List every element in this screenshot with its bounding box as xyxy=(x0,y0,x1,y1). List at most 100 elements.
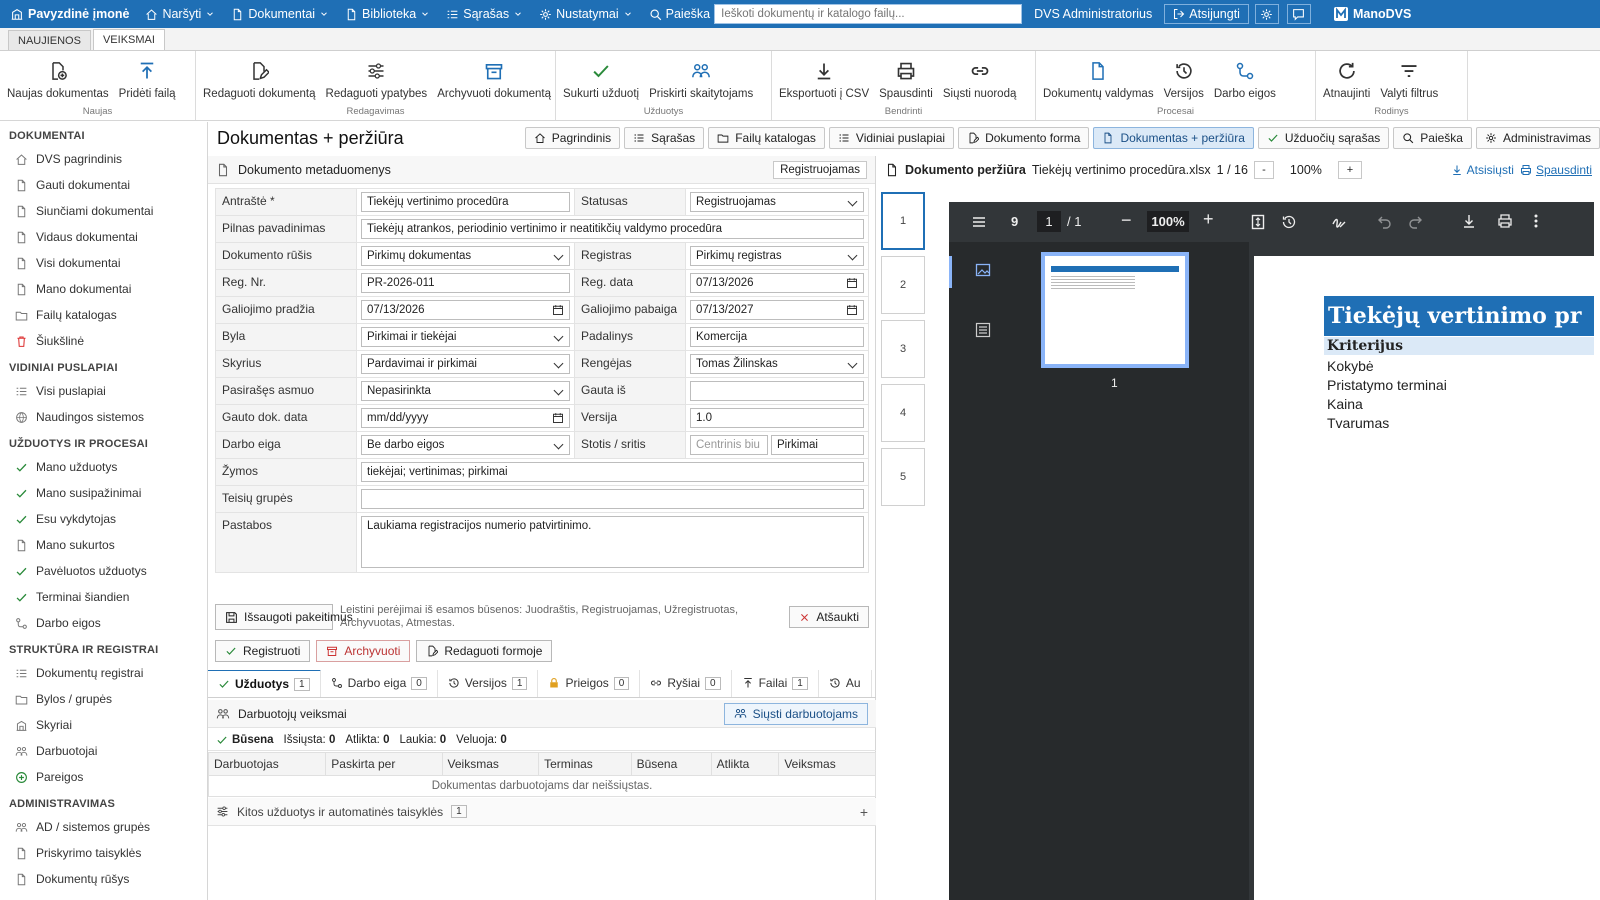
print-link[interactable]: Spausdinti xyxy=(1520,163,1592,177)
sidebar-item[interactable]: Gauti dokumentai xyxy=(0,172,207,198)
register-button[interactable]: Registruoti xyxy=(215,640,311,662)
column-header[interactable]: Veiksmas xyxy=(441,752,540,776)
signer-select[interactable]: Nepasirinkta xyxy=(361,381,570,401)
department-select[interactable]: Pardavimai ir pirkimai xyxy=(361,354,570,374)
doc-type-select[interactable]: Pirkimų dokumentas xyxy=(361,246,570,266)
new-document-button[interactable]: Naujas dokumentas xyxy=(2,51,114,106)
notes-textarea[interactable]: Laukiama registracijos numerio patvirtin… xyxy=(361,516,864,568)
undo-icon[interactable] xyxy=(1377,214,1393,230)
clear-filters-button[interactable]: Valyti filtrus xyxy=(1375,51,1443,106)
reg-date-field[interactable]: 07/13/2026 xyxy=(690,273,864,293)
sidebar-item[interactable]: Failų katalogas xyxy=(0,302,207,328)
viewer-zoom-in[interactable]: + xyxy=(1203,209,1214,230)
send-to-employees-button[interactable]: Siųsti darbuotojams xyxy=(723,702,868,725)
global-search-input[interactable] xyxy=(714,4,1023,24)
column-header[interactable]: Veiksmas xyxy=(778,752,876,776)
rights-groups-field[interactable] xyxy=(361,489,864,509)
logout-button[interactable]: Atsijungti xyxy=(1164,4,1249,24)
received-from-field[interactable] xyxy=(690,381,864,401)
title-field[interactable]: Tiekėjų vertinimo procedūra xyxy=(361,192,570,212)
fit-page-icon[interactable] xyxy=(1251,214,1265,230)
view-tab[interactable]: Failų katalogas xyxy=(708,127,825,149)
reg-nr-field[interactable]: PR-2026-011 xyxy=(361,273,570,293)
status-select[interactable]: Registruojamas xyxy=(690,192,864,212)
download-link[interactable]: Atsisiųsti xyxy=(1451,163,1514,177)
zoom-out-button[interactable]: - xyxy=(1253,161,1274,179)
sidebar-item[interactable]: Dokumentų registrai xyxy=(0,660,207,686)
tags-field[interactable]: tiekėjai; vertinimas; pirkimai xyxy=(361,462,864,482)
menu-documents[interactable]: Dokumentai xyxy=(223,0,337,28)
sidebar-item[interactable]: Mano susipažinimai xyxy=(0,480,207,506)
cancel-button[interactable]: Atšaukti xyxy=(789,606,869,628)
viewer-zoom-value[interactable]: 100% xyxy=(1147,211,1189,232)
workflows-button[interactable]: Darbo eigos xyxy=(1209,51,1281,106)
view-tab[interactable]: Administravimas xyxy=(1475,127,1600,149)
page-thumbnail-3[interactable]: 3 xyxy=(881,320,925,378)
column-header[interactable]: Būsena xyxy=(630,752,712,776)
sidebar-item[interactable]: Šiukšlinė xyxy=(0,328,207,354)
view-tab[interactable]: Vidiniai puslapiai xyxy=(828,127,955,149)
assign-readers-button[interactable]: Priskirti skaitytojams xyxy=(644,51,758,106)
view-tab[interactable]: Pagrindinis xyxy=(524,127,621,149)
valid-from-field[interactable]: 07/13/2026 xyxy=(361,300,570,320)
version-field[interactable]: 1.0 xyxy=(690,408,864,428)
ribbon-tab-actions[interactable]: VEIKSMAI xyxy=(92,29,165,50)
station-field[interactable]: Centrinis biu xyxy=(690,435,768,455)
view-tab[interactable]: Paieška xyxy=(1393,127,1472,149)
page-thumbnail-2[interactable]: 2 xyxy=(881,256,925,314)
edit-document-button[interactable]: Redaguoti dokumentą xyxy=(198,51,321,106)
product-logo[interactable]: ManoDVS xyxy=(1325,0,1419,28)
page-thumbnail[interactable] xyxy=(1041,252,1189,368)
sidebar-item[interactable]: Vidaus dokumentai xyxy=(0,224,207,250)
send-link-button[interactable]: Siųsti nuorodą xyxy=(938,51,1022,106)
add-file-button[interactable]: Pridėti failą xyxy=(114,51,181,106)
sidebar-item[interactable]: Dokumentų rūšys xyxy=(0,866,207,892)
page-thumbnail-4[interactable]: 4 xyxy=(881,384,925,442)
menu-list[interactable]: Sąrašas xyxy=(438,0,531,28)
detail-tab[interactable]: Au xyxy=(819,670,872,697)
page-thumbnail-5[interactable]: 5 xyxy=(881,448,925,506)
create-task-button[interactable]: Sukurti užduotį xyxy=(558,51,644,106)
received-date-field[interactable]: mm/dd/yyyy xyxy=(361,408,570,428)
view-tab[interactable]: Sąrašas xyxy=(624,127,705,149)
sidebar-item[interactable]: Visi puslapiai xyxy=(0,378,207,404)
unit-field[interactable]: Komercija xyxy=(690,327,864,347)
sidebar-item[interactable]: Mano dokumentai xyxy=(0,276,207,302)
calendar-icon[interactable] xyxy=(846,304,858,319)
area-field[interactable]: Pirkimai xyxy=(771,435,864,455)
menu-settings[interactable]: Nustatymai xyxy=(531,0,641,28)
detail-tab[interactable]: Prieigos 0 xyxy=(538,670,641,697)
valid-to-field[interactable]: 07/13/2027 xyxy=(690,300,864,320)
page-thumbnail-1[interactable]: 1 xyxy=(881,192,925,250)
menu-icon[interactable] xyxy=(971,214,987,230)
view-tab[interactable]: Užduočių sąrašas xyxy=(1257,127,1390,149)
zoom-in-button[interactable]: + xyxy=(1337,161,1362,179)
more-icon[interactable] xyxy=(1533,213,1539,229)
sidebar-item[interactable]: Mano sukurtos xyxy=(0,532,207,558)
view-tab[interactable]: Dokumentas + peržiūra xyxy=(1093,127,1254,149)
sidebar-item[interactable]: Priskyrimo taisyklės xyxy=(0,840,207,866)
sidebar-item[interactable]: Visi dokumentai xyxy=(0,250,207,276)
download-icon[interactable] xyxy=(1461,213,1477,229)
ribbon-tab-news[interactable]: NAUJIENOS xyxy=(8,30,91,50)
detail-tab[interactable]: Užduotys 1 xyxy=(208,670,321,697)
archive-button[interactable]: Archyvuoti xyxy=(316,640,411,662)
settings-button[interactable] xyxy=(1254,4,1279,24)
sidebar-item[interactable]: Esu vykdytojas xyxy=(0,506,207,532)
detail-tab[interactable]: Failai 1 xyxy=(732,670,819,697)
menu-browse[interactable]: Naršyti xyxy=(137,0,223,28)
sidebar-item[interactable]: Siunčiami dokumentai xyxy=(0,198,207,224)
sidebar-item[interactable]: Darbo eigos xyxy=(0,610,207,636)
rotate-icon[interactable] xyxy=(1281,214,1297,230)
refresh-button[interactable]: Atnaujinti xyxy=(1318,51,1375,106)
sidebar-item[interactable]: Skyriai xyxy=(0,712,207,738)
full-name-field[interactable]: Tiekėjų atrankos, periodinio vertinimo i… xyxy=(361,219,864,239)
edit-in-form-button[interactable]: Redaguoti formoje xyxy=(416,640,553,662)
workflow-select[interactable]: Be darbo eigos xyxy=(361,435,570,455)
print-icon[interactable] xyxy=(1497,213,1513,229)
calendar-icon[interactable] xyxy=(552,304,564,319)
print-button[interactable]: Spausdinti xyxy=(874,51,938,106)
messages-button[interactable] xyxy=(1286,4,1311,24)
column-header[interactable]: Darbuotojas xyxy=(207,752,327,776)
column-header[interactable]: Terminas xyxy=(538,752,632,776)
